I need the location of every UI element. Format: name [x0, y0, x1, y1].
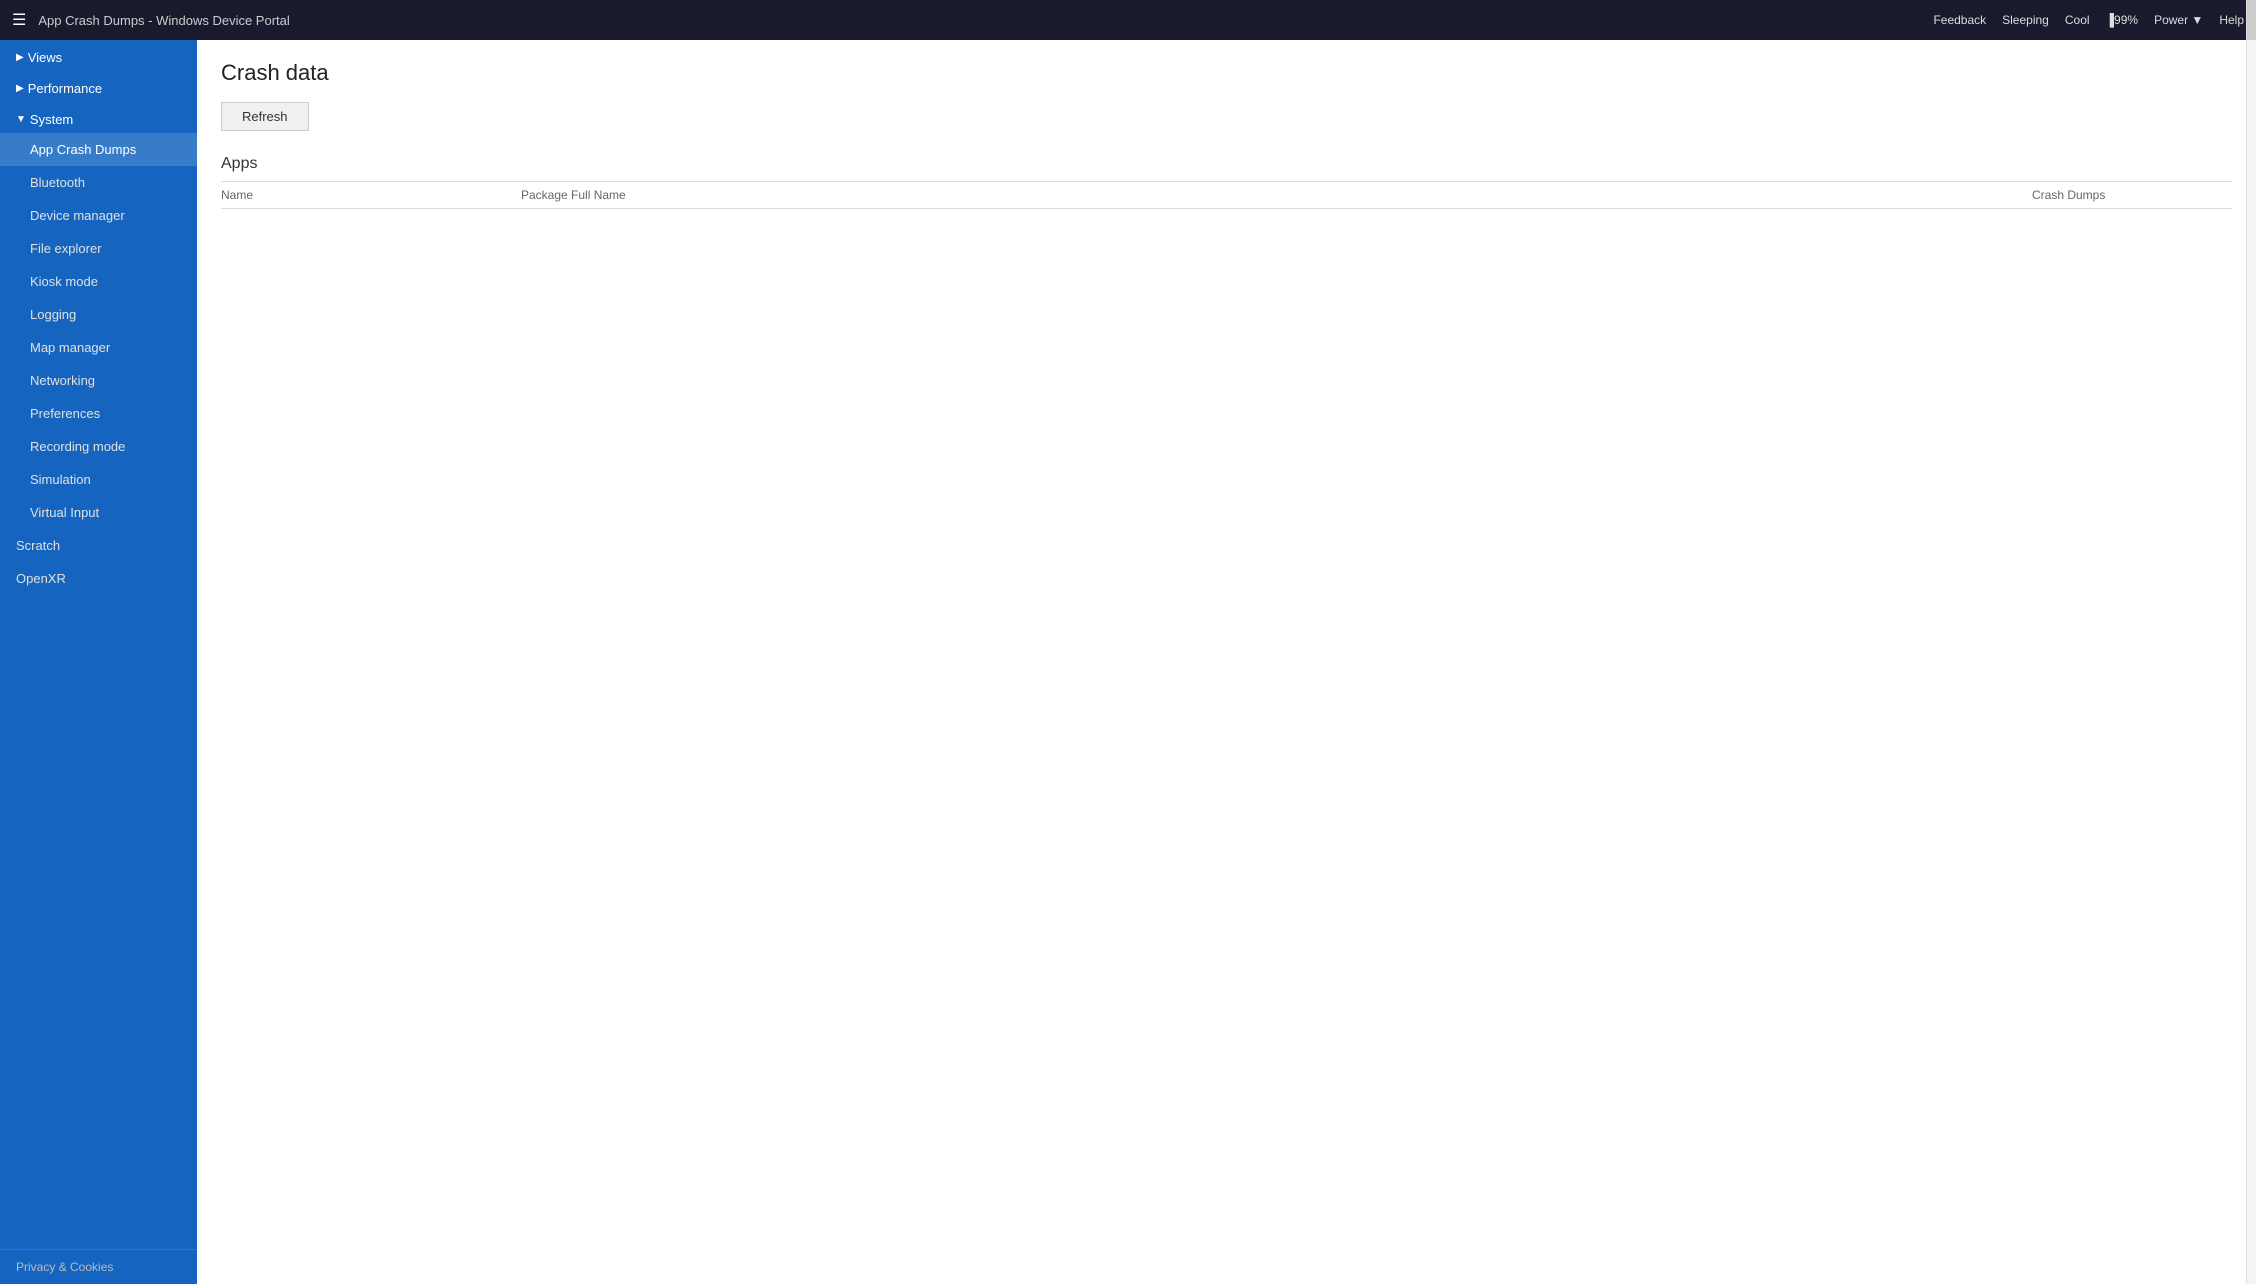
sidebar-section-performance[interactable]: ▶ Performance: [0, 71, 197, 102]
sidebar-section-views[interactable]: ▶ Views: [0, 40, 197, 71]
content-area: Crash data Refresh Apps Name Package Ful…: [197, 40, 2256, 1284]
sidebar-item-preferences[interactable]: Preferences: [0, 397, 197, 430]
system-arrow: ▼: [16, 114, 26, 125]
cool-status: Cool: [2065, 13, 2090, 27]
sidebar-item-label: Virtual Input: [30, 505, 99, 520]
sidebar-item-label: Device manager: [30, 208, 125, 223]
page-title: Crash data: [221, 60, 2232, 86]
sidebar-system-label: System: [30, 112, 73, 127]
sidebar-item-openxr[interactable]: OpenXR: [0, 562, 197, 595]
sidebar-section-system[interactable]: ▼ System: [0, 102, 197, 133]
sidebar-item-bluetooth[interactable]: Bluetooth: [0, 166, 197, 199]
sidebar-item-label: Map manager: [30, 340, 110, 355]
sidebar-item-kiosk-mode[interactable]: Kiosk mode: [0, 265, 197, 298]
sleeping-status: Sleeping: [2002, 13, 2049, 27]
sidebar-performance-label: Performance: [28, 81, 102, 96]
help-btn[interactable]: Help: [2219, 13, 2244, 27]
sidebar-views-label: Views: [28, 50, 62, 65]
sidebar-item-label: App Crash Dumps: [30, 142, 136, 157]
sidebar-item-label: File explorer: [30, 241, 102, 256]
sidebar-item-logging[interactable]: Logging: [0, 298, 197, 331]
sidebar-item-file-explorer[interactable]: File explorer: [0, 232, 197, 265]
sidebar-item-label: Preferences: [30, 406, 100, 421]
sidebar-item-label: Recording mode: [30, 439, 125, 454]
sidebar-item-simulation[interactable]: Simulation: [0, 463, 197, 496]
sidebar: ◄ ▶ Views ▶ Performance ▼ System App Cra…: [0, 40, 197, 1284]
topbar: ☰ App Crash Dumps - Windows Device Porta…: [0, 0, 2256, 40]
feedback-btn[interactable]: Feedback: [1933, 13, 1986, 27]
sidebar-item-networking[interactable]: Networking: [0, 364, 197, 397]
sidebar-item-label: Bluetooth: [30, 175, 85, 190]
col-header-dumps: Crash Dumps: [2032, 188, 2232, 202]
performance-arrow: ▶: [16, 83, 24, 94]
sidebar-item-app-crash-dumps[interactable]: App Crash Dumps: [0, 133, 197, 166]
app-title: App Crash Dumps - Windows Device Portal: [38, 13, 1933, 28]
main-layout: ◄ ▶ Views ▶ Performance ▼ System App Cra…: [0, 40, 2256, 1284]
sidebar-item-scratch[interactable]: Scratch: [0, 529, 197, 562]
sidebar-item-recording-mode[interactable]: Recording mode: [0, 430, 197, 463]
sidebar-item-label: OpenXR: [16, 571, 66, 586]
sidebar-item-virtual-input[interactable]: Virtual Input: [0, 496, 197, 529]
battery-status: ▐99%: [2106, 13, 2139, 27]
status-bar: Feedback Sleeping Cool ▐99% Power ▼ Help: [1933, 13, 2244, 27]
sidebar-item-map-manager[interactable]: Map manager: [0, 331, 197, 364]
power-btn[interactable]: Power ▼: [2154, 13, 2203, 27]
sidebar-item-label: Logging: [30, 307, 76, 322]
col-header-package: Package Full Name: [521, 188, 2032, 202]
table-header: Name Package Full Name Crash Dumps: [221, 182, 2232, 209]
apps-table: Name Package Full Name Crash Dumps: [221, 181, 2232, 209]
refresh-button[interactable]: Refresh: [221, 102, 309, 131]
section-title: Apps: [221, 155, 2232, 173]
views-arrow: ▶: [16, 52, 24, 63]
sidebar-item-label: Simulation: [30, 472, 91, 487]
sidebar-footer[interactable]: Privacy & Cookies: [0, 1249, 197, 1284]
scrollbar[interactable]: [2246, 40, 2256, 1284]
sidebar-item-label: Kiosk mode: [30, 274, 98, 289]
sidebar-item-device-manager[interactable]: Device manager: [0, 199, 197, 232]
col-header-name: Name: [221, 188, 521, 202]
sidebar-item-label: Scratch: [16, 538, 60, 553]
menu-icon[interactable]: ☰: [12, 10, 26, 30]
sidebar-item-label: Networking: [30, 373, 95, 388]
